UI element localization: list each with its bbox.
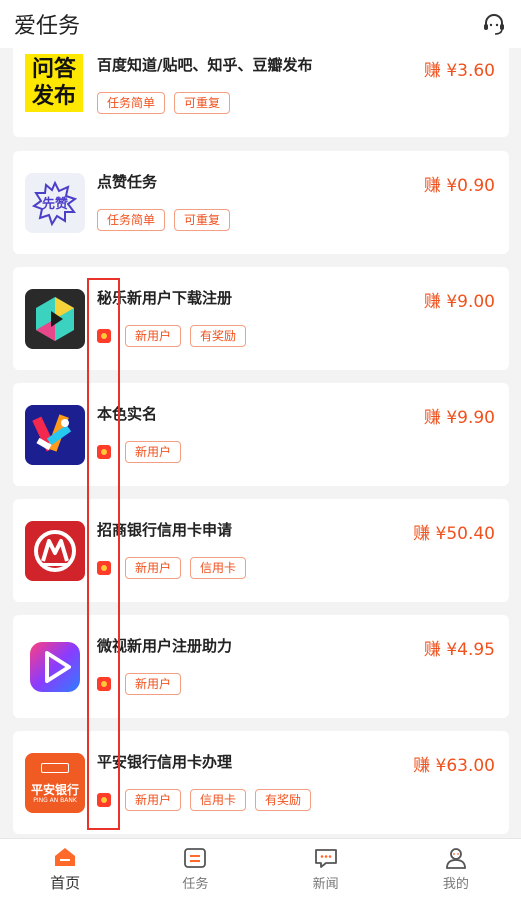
qa-publish-logo: 问答 发布 — [25, 54, 83, 112]
home-icon — [55, 848, 76, 866]
task-tags: 新用户 信用卡 有奖励 — [97, 789, 312, 811]
task-reward: 赚 ¥4.95 — [423, 640, 495, 660]
task-tags: 新用户 有奖励 — [97, 325, 247, 347]
pingan-logo-cn: 平安银行 — [30, 783, 79, 797]
task-card[interactable]: 秘乐新用户下载注册 赚 ¥9.00 新用户 有奖励 — [13, 267, 509, 370]
pingan-badge-icon — [41, 763, 69, 773]
tag-reward: 有奖励 — [255, 789, 312, 811]
tag-credit-card: 信用卡 — [190, 557, 247, 579]
news-chat-icon — [314, 849, 337, 868]
tab-label: 我的 — [442, 877, 469, 892]
weishi-play-icon — [30, 642, 80, 692]
tag-new-user: 新用户 — [125, 441, 182, 463]
task-reward: 赚 ¥0.90 — [423, 176, 495, 196]
task-title: 秘乐新用户下载注册 — [97, 289, 233, 307]
tab-label: 任务 — [182, 877, 209, 892]
task-reward: 赚 ¥63.00 — [413, 756, 495, 776]
cmb-m-icon — [34, 530, 76, 572]
red-packet-icon — [97, 561, 111, 575]
task-tags: 任务简单 可重复 — [97, 209, 231, 231]
like-task-logo: 先赞 — [25, 173, 85, 233]
tag-new-user: 新用户 — [125, 789, 182, 811]
tab-label: 新闻 — [312, 877, 339, 892]
task-title: 点赞任务 — [97, 173, 158, 191]
task-title: 微视新用户注册助力 — [97, 637, 233, 655]
task-tags: 新用户 — [97, 673, 182, 695]
mile-app-logo — [25, 289, 85, 349]
red-packet-icon — [97, 677, 111, 691]
bottom-tab-bar: 首页 任务 新闻 我的 — [0, 838, 521, 900]
task-reward: 赚 ¥9.90 — [423, 408, 495, 428]
tab-label: 首页 — [50, 874, 81, 892]
tag-new-user: 新用户 — [125, 673, 182, 695]
logo-text-bottom: 发布 — [31, 84, 76, 109]
tag-simple: 任务简单 — [97, 92, 166, 114]
tab-home[interactable]: 首页 — [0, 839, 130, 900]
task-card[interactable]: 本色实名 赚 ¥9.90 新用户 — [13, 383, 509, 486]
task-card[interactable]: 招商银行信用卡申请 赚 ¥50.40 新用户 信用卡 — [13, 499, 509, 602]
like-logo-text: 先赞 — [41, 197, 68, 212]
task-card[interactable]: 微视新用户注册助力 赚 ¥4.95 新用户 — [13, 615, 509, 718]
tag-repeatable: 可重复 — [174, 92, 231, 114]
task-tags: 新用户 — [97, 441, 182, 463]
task-card[interactable]: 先赞 点赞任务 赚 ¥0.90 任务简单 可重复 — [13, 151, 509, 254]
task-title: 招商银行信用卡申请 — [97, 521, 233, 539]
task-reward: 赚 ¥50.40 — [413, 524, 495, 544]
pingan-logo-en: PING AN BANK — [33, 797, 77, 804]
task-title: 平安银行信用卡办理 — [97, 753, 233, 771]
tag-credit-card: 信用卡 — [190, 789, 247, 811]
red-packet-icon — [97, 793, 111, 807]
bense-app-logo — [25, 405, 85, 465]
cmb-bank-logo — [25, 521, 85, 581]
logo-text-top: 问答 — [31, 57, 76, 82]
task-reward: 赚 ¥9.00 — [423, 292, 495, 312]
task-list-icon — [184, 848, 207, 868]
red-packet-icon — [97, 329, 111, 343]
tab-tasks[interactable]: 任务 — [130, 839, 260, 900]
task-tags: 新用户 信用卡 — [97, 557, 247, 579]
tag-new-user: 新用户 — [125, 557, 182, 579]
profile-icon — [445, 848, 466, 869]
weishi-app-logo — [25, 637, 85, 697]
bense-abstract-icon — [32, 414, 72, 452]
tag-simple: 任务简单 — [97, 209, 166, 231]
customer-service-icon[interactable] — [481, 11, 507, 37]
task-title: 百度知道/贴吧、知乎、豆瓣发布 — [97, 56, 313, 74]
task-card[interactable]: 问答 发布 百度知道/贴吧、知乎、豆瓣发布 赚 ¥3.60 任务简单 可重复 — [13, 34, 509, 137]
task-tags: 任务简单 可重复 — [97, 92, 231, 114]
tag-new-user: 新用户 — [125, 325, 182, 347]
task-title: 本色实名 — [97, 405, 158, 423]
tab-profile[interactable]: 我的 — [391, 839, 521, 900]
tag-repeatable: 可重复 — [174, 209, 231, 231]
tag-reward: 有奖励 — [190, 325, 247, 347]
page-title: 爱任务 — [14, 14, 81, 39]
tab-news[interactable]: 新闻 — [261, 839, 391, 900]
pingan-bank-logo: 平安银行 PING AN BANK — [25, 753, 85, 813]
app-header: 爱任务 — [0, 0, 521, 48]
task-reward: 赚 ¥3.60 — [423, 61, 495, 81]
mile-hexagon-icon — [36, 297, 74, 341]
red-packet-icon — [97, 445, 111, 459]
task-card[interactable]: 平安银行 PING AN BANK 平安银行信用卡办理 赚 ¥63.00 新用户… — [13, 731, 509, 834]
